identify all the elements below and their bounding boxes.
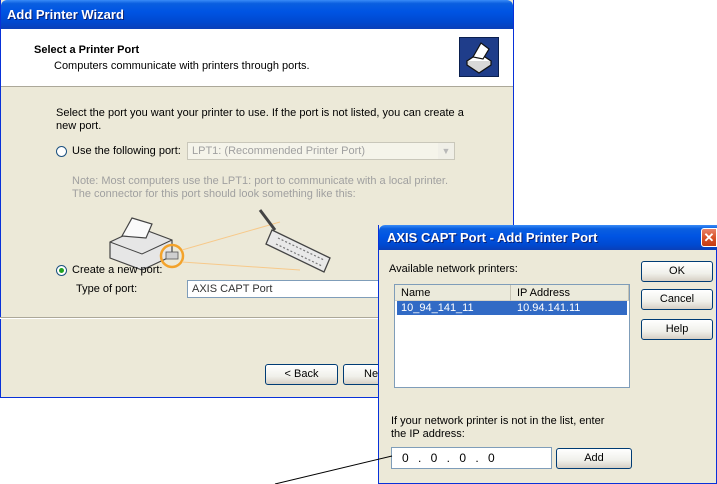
back-button[interactable]: < Back	[265, 364, 338, 385]
ip-address-field[interactable]: 0 . 0 . 0 . 0	[391, 447, 552, 469]
create-port-label[interactable]: Create a new port:	[72, 264, 163, 276]
close-icon[interactable]: ✕	[701, 228, 717, 247]
ok-button[interactable]: OK	[641, 261, 713, 282]
create-port-radio[interactable]	[56, 265, 67, 276]
page-title: Select a Printer Port	[34, 44, 140, 56]
type-of-port-label: Type of port:	[76, 283, 138, 295]
chevron-down-icon[interactable]: ▼	[438, 143, 454, 159]
use-port-radio[interactable]	[56, 146, 67, 157]
printer-wizard-icon	[459, 37, 499, 77]
type-of-port-value: AXIS CAPT Port	[192, 283, 273, 295]
wizard-title-bar[interactable]: Add Printer Wizard	[1, 0, 513, 29]
table-row[interactable]: 10_94_141_11 10.94.141.11	[397, 301, 627, 315]
printer-ip-cell: 10.94.141.11	[517, 302, 581, 314]
type-of-port-select[interactable]: AXIS CAPT Port	[187, 280, 387, 298]
ip-hint-text: If your network printer is not in the li…	[391, 415, 605, 440]
port-select-value: LPT1: (Recommended Printer Port)	[192, 145, 366, 157]
axis-add-port-dialog: AXIS CAPT Port - Add Printer Port Availa…	[378, 225, 717, 484]
column-header-name[interactable]: Name	[395, 285, 511, 301]
available-printers-label: Available network printers:	[389, 263, 518, 275]
column-header-ip[interactable]: IP Address	[511, 285, 629, 301]
port-select[interactable]: LPT1: (Recommended Printer Port) ▼	[187, 142, 455, 160]
intro-text: Select the port you want your printer to…	[56, 107, 464, 132]
printer-list[interactable]: Name IP Address 10_94_141_11 10.94.141.1…	[394, 284, 630, 388]
use-port-label[interactable]: Use the following port:	[72, 145, 181, 157]
cancel-button[interactable]: Cancel	[641, 289, 713, 310]
page-subtitle: Computers communicate with printers thro…	[54, 60, 310, 72]
wizard-title: Add Printer Wizard	[7, 7, 124, 22]
dialog-title-bar[interactable]: AXIS CAPT Port - Add Printer Port	[379, 225, 717, 250]
wizard-header	[1, 29, 513, 87]
help-button[interactable]: Help	[641, 319, 713, 340]
printer-name-cell: 10_94_141_11	[401, 302, 474, 314]
connector-note: Note: Most computers use the LPT1: port …	[72, 175, 449, 200]
add-button[interactable]: Add	[556, 448, 632, 469]
dialog-title: AXIS CAPT Port - Add Printer Port	[387, 230, 598, 245]
